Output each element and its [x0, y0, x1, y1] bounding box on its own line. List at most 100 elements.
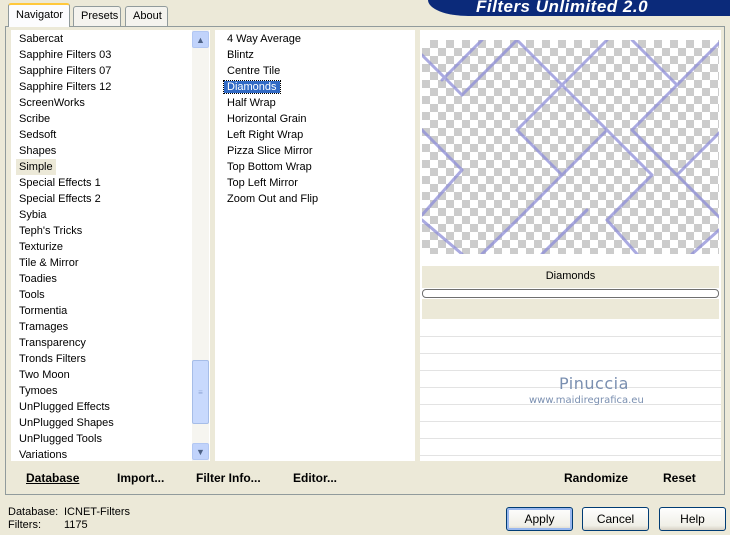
category-item[interactable]: Sapphire Filters 12	[16, 79, 191, 95]
pattern-line	[540, 208, 589, 254]
watermark-name: Pinuccia	[559, 374, 629, 393]
pattern-line	[515, 128, 564, 177]
pattern-line	[630, 83, 679, 132]
pattern-line	[515, 173, 564, 222]
category-item[interactable]: Tymoes	[16, 383, 191, 399]
scroll-up-button[interactable]: ▲	[192, 31, 209, 48]
pattern-line	[440, 40, 484, 82]
pattern-line	[422, 53, 464, 97]
category-item[interactable]: Simple	[16, 159, 56, 175]
chevron-up-icon: ▲	[196, 34, 205, 45]
category-item[interactable]: Tramages	[16, 319, 191, 335]
category-item[interactable]: Tronds Filters	[16, 351, 191, 367]
pattern-line	[605, 218, 639, 254]
editor-button[interactable]: Editor...	[293, 471, 337, 485]
import-button[interactable]: Import...	[117, 471, 164, 485]
param-row	[420, 405, 721, 422]
pattern-line	[675, 173, 719, 219]
category-item[interactable]: Scribe	[16, 111, 191, 127]
watermark-url: www.maidiregrafica.eu	[529, 395, 644, 406]
filter-name-label: Diamonds	[422, 266, 719, 288]
help-button[interactable]: Help	[659, 507, 726, 531]
filter-item[interactable]: Left Right Wrap	[224, 127, 409, 143]
category-scrollbar[interactable]: ▲ ≡ ▼	[192, 30, 209, 461]
pattern-line	[460, 53, 504, 97]
pattern-line	[630, 40, 679, 87]
category-item[interactable]: Texturize	[16, 239, 191, 255]
category-item[interactable]: Sabercat	[16, 31, 191, 47]
pattern-line	[675, 41, 719, 87]
category-item[interactable]: Teph's Tricks	[16, 223, 191, 239]
pattern-line	[560, 128, 609, 177]
scroll-down-button[interactable]: ▼	[192, 443, 209, 460]
pattern-line	[630, 128, 679, 177]
category-item[interactable]: Shapes	[16, 143, 191, 159]
status-filters-value: 1175	[64, 519, 88, 531]
scroll-thumb[interactable]: ≡	[192, 360, 209, 424]
category-item[interactable]: UnPlugged Shapes	[16, 415, 191, 431]
category-item[interactable]: ScreenWorks	[16, 95, 191, 111]
param-row	[420, 422, 721, 439]
tab-presets[interactable]: Presets	[73, 6, 121, 26]
category-item[interactable]: UnPlugged Tools	[16, 431, 191, 447]
category-item[interactable]: Sapphire Filters 03	[16, 47, 191, 63]
category-item[interactable]: Tile & Mirror	[16, 255, 191, 271]
filter-item[interactable]: Blintz	[224, 47, 409, 63]
category-item[interactable]: Sybia	[16, 207, 191, 223]
diamond-pattern	[422, 40, 719, 254]
category-item[interactable]: Sedsoft	[16, 127, 191, 143]
cancel-button[interactable]: Cancel	[582, 507, 649, 531]
pattern-line	[560, 40, 609, 87]
pattern-line	[515, 83, 564, 132]
pattern-line	[422, 218, 464, 254]
filter-info-button[interactable]: Filter Info...	[196, 471, 261, 485]
category-item[interactable]: Toadies	[16, 271, 191, 287]
selected-filter-label: Diamonds	[223, 80, 281, 94]
category-item[interactable]: Tormentia	[16, 303, 191, 319]
filter-item[interactable]: Half Wrap	[224, 95, 409, 111]
filter-item[interactable]: Top Bottom Wrap	[224, 159, 409, 175]
tab-navigator[interactable]: Navigator	[8, 3, 70, 27]
param-row	[420, 439, 721, 456]
pattern-line	[480, 218, 519, 254]
pattern-line	[675, 131, 719, 177]
filter-list[interactable]: 4 Way Average Blintz Centre Tile Diamonds Ha…	[223, 31, 409, 207]
filter-item[interactable]: Centre Tile	[224, 63, 409, 79]
database-label: Database	[26, 471, 80, 485]
param-row	[420, 337, 721, 354]
progress-bar	[422, 289, 719, 298]
filter-item[interactable]: Horizontal Grain	[224, 111, 409, 127]
category-item[interactable]: Transparency	[16, 335, 191, 351]
category-item[interactable]: UnPlugged Effects	[16, 399, 191, 415]
randomize-button[interactable]: Randomize	[564, 471, 628, 485]
pattern-line	[605, 173, 654, 222]
param-row	[420, 354, 721, 371]
filter-item[interactable]: Diamonds	[223, 79, 409, 95]
filter-item[interactable]: 4 Way Average	[224, 31, 409, 47]
category-list[interactable]: Sabercat Sapphire Filters 03 Sapphire Filt…	[16, 31, 191, 463]
category-item[interactable]: Two Moon	[16, 367, 191, 383]
preview-image	[422, 40, 719, 254]
category-item[interactable]: Variations	[16, 447, 191, 463]
reset-button[interactable]: Reset	[663, 471, 696, 485]
database-button[interactable]: Database	[26, 471, 79, 485]
filter-item[interactable]: Top Left Mirror	[224, 175, 409, 191]
pattern-line	[605, 128, 654, 177]
filter-item[interactable]: Pizza Slice Mirror	[224, 143, 409, 159]
filter-item[interactable]: Zoom Out and Flip	[224, 191, 409, 207]
pattern-line	[690, 228, 719, 254]
category-item[interactable]: Special Effects 2	[16, 191, 191, 207]
category-item[interactable]: Special Effects 1	[16, 175, 191, 191]
pattern-line	[560, 83, 609, 132]
pattern-line	[422, 168, 464, 217]
grip-icon: ≡	[198, 387, 203, 397]
parameters-header	[422, 299, 719, 319]
pattern-line	[515, 40, 564, 87]
category-item[interactable]: Sapphire Filters 07	[16, 63, 191, 79]
status-database-label: Database:	[8, 506, 59, 518]
apply-button[interactable]: Apply	[506, 507, 573, 531]
category-item[interactable]: Tools	[16, 287, 191, 303]
status-filters-label: Filters:	[8, 519, 41, 531]
tab-about[interactable]: About	[125, 6, 168, 26]
status-database-value: ICNET-Filters	[64, 506, 130, 518]
